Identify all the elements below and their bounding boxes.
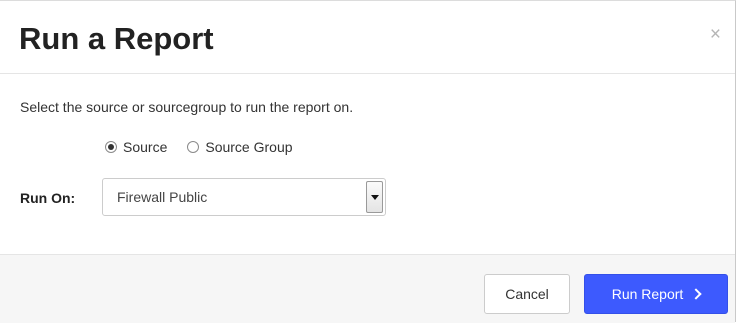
- source-type-group: Source Source Group: [105, 139, 313, 155]
- chevron-right-icon: [690, 288, 702, 300]
- run-on-selected-value: Firewall Public: [117, 189, 208, 205]
- run-report-button-label: Run Report: [611, 286, 684, 302]
- chevron-down-icon[interactable]: [366, 181, 383, 213]
- cancel-button[interactable]: Cancel: [484, 274, 570, 314]
- close-icon[interactable]: ×: [710, 25, 721, 45]
- source-group-radio-label[interactable]: Source Group: [205, 139, 292, 155]
- source-group-radio[interactable]: [187, 141, 200, 153]
- dialog-description: Select the source or sourcegroup to run …: [20, 99, 354, 115]
- dialog-footer: Cancel Run Report: [0, 254, 735, 323]
- cancel-button-label: Cancel: [505, 286, 549, 302]
- dialog-title: Run a Report: [19, 21, 214, 56]
- run-on-select[interactable]: Firewall Public: [102, 178, 386, 216]
- run-report-button[interactable]: Run Report: [584, 274, 728, 314]
- source-radio[interactable]: [105, 141, 117, 153]
- run-report-dialog: Run a Report × Select the source or sour…: [0, 0, 736, 323]
- dialog-header: Run a Report ×: [0, 1, 735, 74]
- source-radio-label[interactable]: Source: [123, 139, 167, 155]
- run-on-label: Run On:: [20, 190, 76, 206]
